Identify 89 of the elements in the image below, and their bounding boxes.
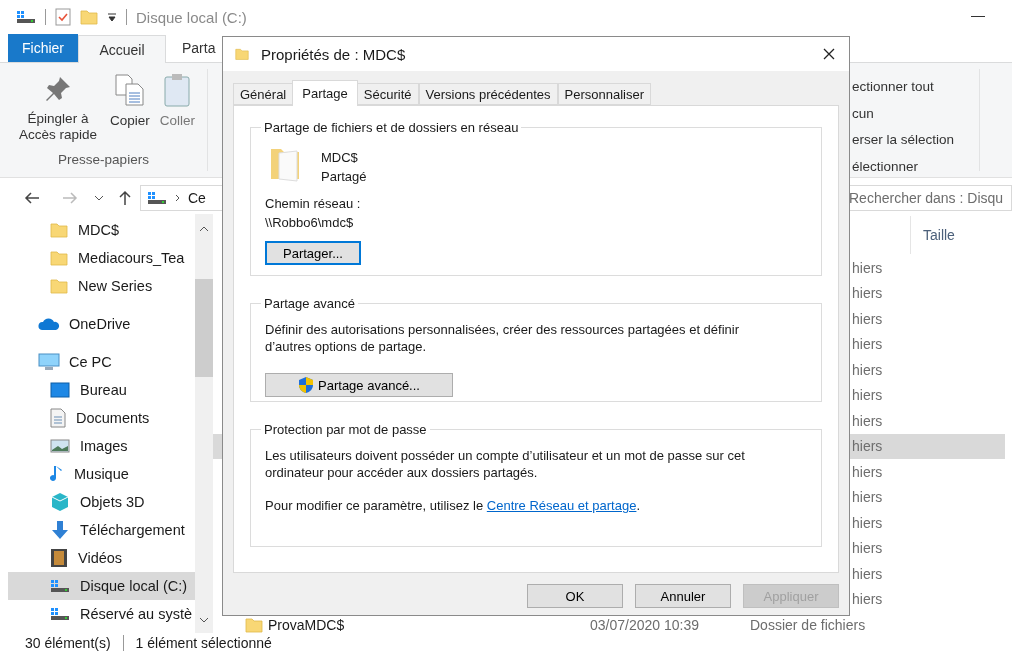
file-type: hiers bbox=[852, 361, 884, 378]
ribbon-command[interactable]: ectionner tout bbox=[852, 78, 979, 97]
film-icon bbox=[50, 548, 68, 568]
desktop-icon bbox=[50, 382, 70, 398]
ribbon-button[interactable]: Épingler à Accès rapide bbox=[14, 69, 102, 152]
advanced-share-button[interactable]: Partage avancé... bbox=[265, 373, 453, 397]
nav-item[interactable]: Musique bbox=[8, 460, 195, 488]
chevron-down-icon[interactable] bbox=[94, 195, 104, 201]
shield-icon bbox=[298, 376, 315, 394]
nav-item[interactable]: New Series bbox=[8, 272, 195, 300]
folder-icon bbox=[50, 250, 68, 266]
chevron-right-icon bbox=[175, 194, 180, 202]
dialog-tab[interactable]: Partage bbox=[292, 80, 358, 106]
window-title: Disque local (C:) bbox=[136, 8, 247, 26]
file-date: 03/07/2020 10:39 bbox=[590, 616, 700, 633]
ribbon-tab[interactable]: Fichier bbox=[8, 34, 78, 62]
nav-item[interactable]: OneDrive bbox=[8, 310, 195, 338]
nav-item[interactable]: Ce PC bbox=[8, 348, 195, 376]
group-title: Partage de fichiers et de dossiers en réseau bbox=[263, 120, 520, 135]
dialog-tab[interactable]: Versions précédentes bbox=[418, 83, 558, 105]
copy-icon bbox=[113, 73, 146, 107]
ribbon-tab[interactable]: Accueil bbox=[78, 35, 166, 63]
back-arrow-icon[interactable] bbox=[24, 191, 40, 205]
drive-icon bbox=[16, 10, 36, 24]
share-name: MDC$ bbox=[321, 149, 359, 166]
dropdown-icon[interactable] bbox=[107, 12, 117, 22]
breadcrumb[interactable]: Ce bbox=[188, 190, 206, 206]
path-label: Chemin réseau : bbox=[265, 195, 361, 212]
nav-item[interactable]: Bureau bbox=[8, 376, 195, 404]
dialog-button[interactable]: OK bbox=[527, 584, 623, 608]
column-header[interactable]: Taille bbox=[910, 215, 1005, 254]
ribbon-command[interactable]: cun bbox=[852, 104, 979, 123]
ribbon-command[interactable]: électionner bbox=[852, 157, 979, 176]
group-label: Presse-papiers bbox=[57, 152, 150, 169]
file-type: hiers bbox=[852, 514, 884, 531]
close-icon[interactable] bbox=[823, 48, 835, 60]
item-count: 30 élément(s) bbox=[25, 634, 111, 651]
up-arrow-icon[interactable] bbox=[118, 190, 132, 206]
drive-icon bbox=[147, 191, 167, 205]
cloud-icon bbox=[38, 318, 60, 330]
checklist-icon[interactable] bbox=[55, 8, 71, 26]
nav-item[interactable]: Réservé au systè bbox=[8, 600, 195, 628]
share-button[interactable]: Partager... bbox=[265, 241, 361, 265]
share-status: Partagé bbox=[321, 168, 367, 185]
hint-text: Pour modifier ce paramètre, utilisez le Centre Réseau et partage. bbox=[265, 497, 641, 514]
folder-icon bbox=[50, 278, 68, 294]
group-title: Protection par mot de passe bbox=[263, 422, 428, 437]
nav-item[interactable]: Téléchargement bbox=[8, 516, 195, 544]
monitor-icon bbox=[38, 353, 60, 371]
dialog-title: Propriétés de : MDC$ bbox=[261, 45, 406, 63]
drive-icon bbox=[50, 579, 70, 593]
clipboard-icon bbox=[163, 73, 192, 107]
nav-item[interactable]: Vidéos bbox=[8, 544, 195, 572]
dialog-tab[interactable]: Sécurité bbox=[356, 83, 419, 105]
dialog-button[interactable]: Annuler bbox=[635, 584, 731, 608]
chevron-down-icon[interactable] bbox=[199, 617, 209, 623]
music-note-icon bbox=[50, 464, 64, 484]
dialog-tab[interactable]: Personnaliser bbox=[557, 83, 652, 105]
nav-item[interactable]: Images bbox=[8, 432, 195, 460]
file-type: hiers bbox=[852, 438, 884, 455]
down-arrow-icon bbox=[50, 520, 70, 540]
folder-icon bbox=[50, 222, 68, 238]
file-type: Dossier de fichiers bbox=[750, 616, 867, 633]
description-text: Les utilisateurs doivent posséder un compte d’utilisateur et un mot de passe sur cet ordinateur pour accéder aux dossiers partagés. bbox=[265, 447, 746, 481]
nav-item[interactable]: Disque local (C:) bbox=[8, 572, 195, 600]
nav-item[interactable]: Documents bbox=[8, 404, 195, 432]
ribbon-command[interactable]: erser la sélection bbox=[852, 131, 979, 150]
file-name: ProvaMDC$ bbox=[268, 616, 345, 633]
nav-item[interactable]: MDC$ bbox=[8, 216, 195, 244]
dialog-tab[interactable]: Général bbox=[233, 83, 294, 105]
ribbon-button[interactable]: Copier bbox=[108, 69, 152, 152]
document-icon bbox=[50, 408, 66, 428]
file-type: hiers bbox=[852, 565, 884, 582]
cube-icon bbox=[50, 492, 70, 512]
network-path: \\Robbo6\mdc$ bbox=[265, 214, 354, 231]
ribbon-tab[interactable]: Parta bbox=[166, 34, 226, 62]
picture-icon bbox=[50, 439, 70, 453]
nav-item[interactable]: Objets 3D bbox=[8, 488, 195, 516]
group-title: Partage avancé bbox=[263, 296, 357, 311]
scrollbar-thumb[interactable] bbox=[195, 279, 213, 377]
description-text: Définir des autorisations personnalisées, créer des ressources partagées et définir d’autres options de partage. bbox=[265, 321, 741, 355]
folder-icon bbox=[235, 46, 249, 62]
chevron-up-icon[interactable] bbox=[199, 226, 209, 232]
folder-icon bbox=[80, 7, 98, 27]
file-type: hiers bbox=[852, 540, 884, 557]
drive-icon bbox=[50, 607, 70, 621]
minimize-icon[interactable] bbox=[971, 16, 985, 18]
scrollbar[interactable] bbox=[195, 214, 213, 633]
nav-item[interactable]: Mediacours_Tea bbox=[8, 244, 195, 272]
